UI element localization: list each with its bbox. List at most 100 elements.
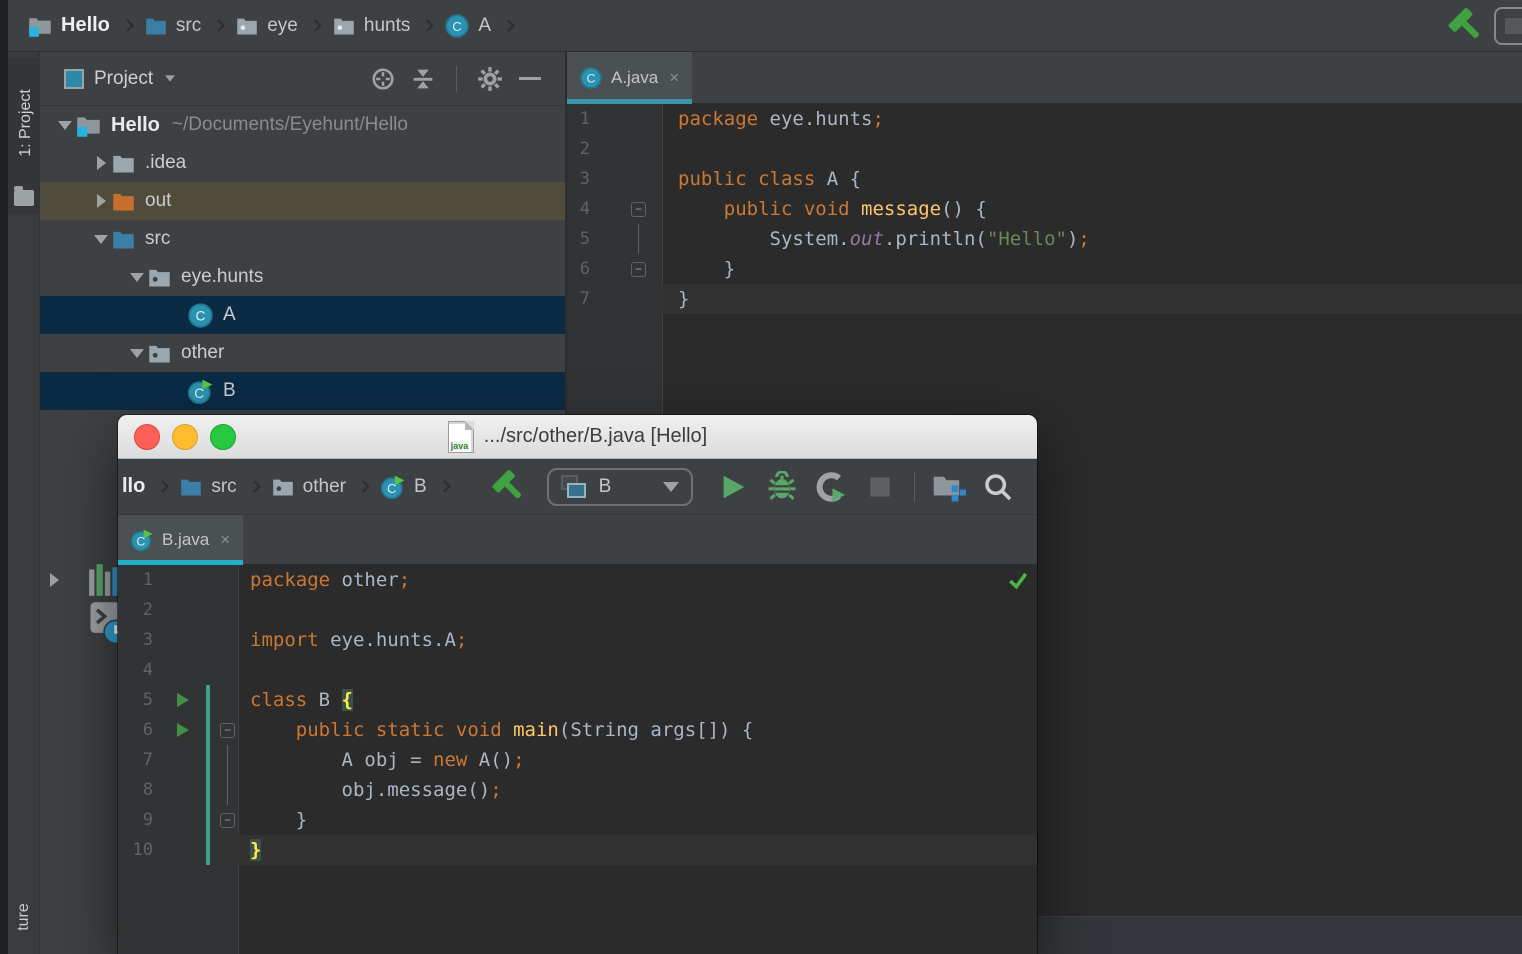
editor-line[interactable]: 9− } [118,805,1037,835]
svg-text:C: C [453,18,463,33]
tree-item-class-b[interactable]: C B [40,372,565,410]
tree-item-class-a[interactable]: C A [40,296,565,334]
code-text[interactable]: System.out.println("Hello"); [662,224,1522,254]
code-text[interactable]: obj.message(); [244,775,1037,805]
code-text[interactable]: } [244,835,1037,865]
editor-line[interactable]: 1package eye.hunts; [567,104,1522,134]
locate-file-icon[interactable] [368,64,398,94]
editor-line[interactable]: 3public class A { [567,164,1522,194]
search-icon[interactable] [979,468,1017,506]
breadcrumb-hunts[interactable]: hunts [333,15,410,37]
gutter-cell [597,164,649,194]
tree-item-package-other[interactable]: other [40,334,565,372]
app-config-icon [561,475,587,499]
collapsed-arrow-icon[interactable] [90,194,112,208]
code-text[interactable]: package other; [244,565,1037,595]
chevron-right-icon [156,480,169,493]
breadcrumb-hello-clipped[interactable]: llo [122,475,145,498]
code-text[interactable]: } [662,284,1522,314]
run-icon[interactable] [714,468,752,506]
code-text[interactable]: import eye.hunts.A; [244,625,1037,655]
tree-item-idea-folder[interactable]: .idea [40,144,565,182]
structure-button-label: ture [15,903,33,931]
hide-panel-icon[interactable] [515,64,545,94]
editor-line[interactable]: 4− public void message() { [567,194,1522,224]
breadcrumb-src[interactable]: src [180,476,236,498]
breadcrumb-class-b[interactable]: C B [381,475,427,499]
chevron-down-icon[interactable] [165,75,175,81]
tool-window-button-structure[interactable]: ture [8,872,40,954]
fold-marker-icon[interactable]: − [214,715,238,745]
editor-line[interactable]: 4 [118,655,1037,685]
fold-marker-icon[interactable]: − [597,194,649,224]
code-text[interactable]: } [662,254,1522,284]
breadcrumb-src[interactable]: src [145,15,201,37]
toolbar-divider [914,472,915,502]
debug-icon[interactable] [763,468,801,506]
code-text[interactable]: public class A { [662,164,1522,194]
line-number: 5 [118,685,160,715]
editor-line[interactable]: 2 [567,134,1522,164]
inspections-ok-check-icon[interactable] [1007,569,1029,596]
editor-line[interactable]: 5 class B { [118,685,1037,715]
window-title-bar[interactable]: java .../src/other/B.java [Hello] [118,415,1037,459]
code-text[interactable]: package eye.hunts; [662,104,1522,134]
tree-item-package-eye-hunts[interactable]: eye.hunts [40,258,565,296]
collapsed-arrow-icon[interactable] [90,156,112,170]
editor-line[interactable]: 5 System.out.println("Hello"); [567,224,1522,254]
editor-line[interactable]: 1 package other; [118,565,1037,595]
editor-line[interactable]: 3import eye.hunts.A; [118,625,1037,655]
expanded-arrow-icon[interactable] [126,273,148,282]
breadcrumb-other[interactable]: other [272,476,346,498]
editor-line[interactable]: 7 A obj = new A(); [118,745,1037,775]
code-area[interactable]: 1package eye.hunts;23public class A {4− … [567,104,1522,314]
tab-a-java[interactable]: C A.java × [567,52,692,103]
project-structure-icon[interactable] [930,468,968,506]
editor-line[interactable]: 7} [567,284,1522,314]
editor-b-java[interactable]: 1 package other;23import eye.hunts.A;45 cl… [118,565,1037,954]
gutter-cell [206,655,214,685]
build-hammer-icon[interactable] [1445,7,1483,45]
tab-b-java[interactable]: C B.java × [118,515,243,564]
minimize-window-icon[interactable] [172,424,198,450]
code-text[interactable]: A obj = new A(); [244,745,1037,775]
editor-line[interactable]: 10} [118,835,1037,865]
coverage-icon[interactable] [812,468,850,506]
expanded-arrow-icon[interactable] [126,349,148,358]
tool-window-button-project[interactable]: 1: Project [8,58,40,214]
chevron-right-icon [357,480,370,493]
editor-line[interactable]: 2 [118,595,1037,625]
fold-marker-icon[interactable]: − [214,805,238,835]
tree-item-out-folder[interactable]: out [40,182,565,220]
build-hammer-icon[interactable] [488,468,526,506]
run-configuration-select[interactable]: B [547,468,693,506]
zoom-window-icon[interactable] [210,424,236,450]
breadcrumb-project[interactable]: Hello [28,14,110,38]
tree-item-project-hello[interactable]: Hello ~/Documents/Eyehunt/Hello [40,106,565,144]
editor-line[interactable]: 8 obj.message(); [118,775,1037,805]
floating-window-b-java[interactable]: java .../src/other/B.java [Hello] llo sr… [118,415,1037,954]
code-text[interactable]: public static void main(String args[]) { [244,715,1037,745]
close-window-icon[interactable] [134,424,160,450]
close-icon[interactable]: × [220,530,230,550]
tree-item-src-folder[interactable]: src [40,220,565,258]
close-icon[interactable]: × [669,68,679,88]
package-icon [148,267,171,288]
collapse-all-icon[interactable] [408,64,438,94]
line-number: 1 [118,565,160,595]
code-text[interactable]: public void message() { [662,194,1522,224]
settings-gear-icon[interactable] [475,64,505,94]
code-text[interactable]: class B { [244,685,1037,715]
run-line-icon[interactable] [160,685,206,715]
editor-line[interactable]: 6− public static void main(String args[]… [118,715,1037,745]
editor-line[interactable]: 6− } [567,254,1522,284]
code-text[interactable]: } [244,805,1037,835]
expanded-arrow-icon[interactable] [54,121,76,130]
run-line-icon[interactable] [160,715,206,745]
code-area[interactable]: 1 package other;23import eye.hunts.A;45 cl… [118,565,1037,865]
fold-marker-icon[interactable]: − [597,254,649,284]
run-configuration-combo-partial[interactable] [1494,7,1522,45]
expanded-arrow-icon[interactable] [90,235,112,244]
breadcrumb-eye[interactable]: eye [236,15,298,37]
breadcrumb-class-a[interactable]: C A [445,14,491,38]
